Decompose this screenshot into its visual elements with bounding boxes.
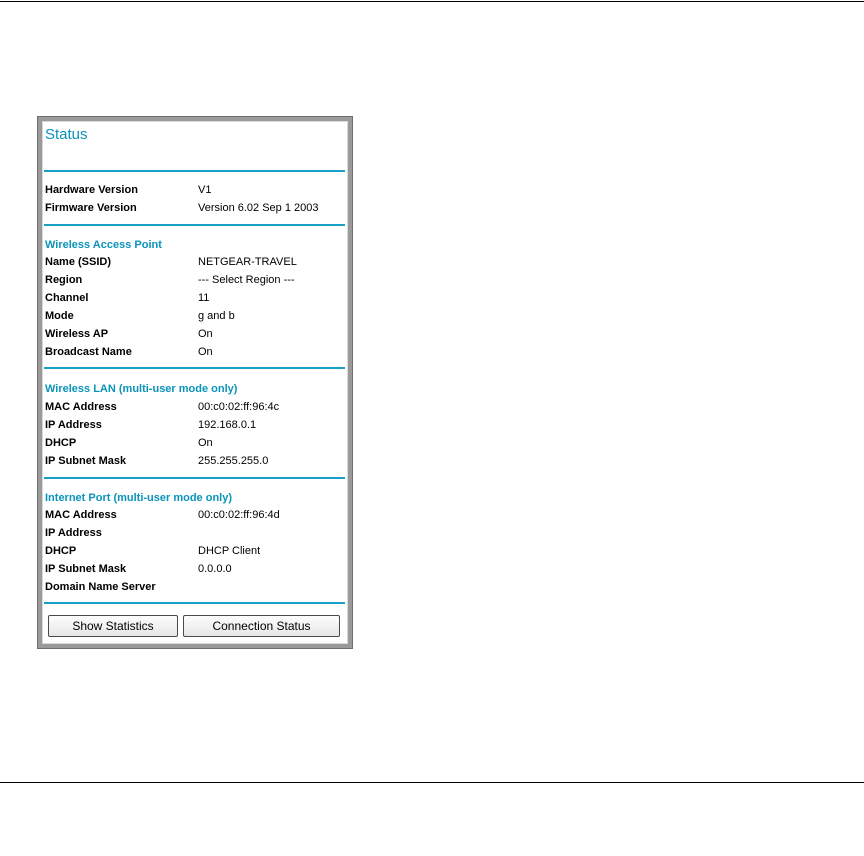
row-label: IP Subnet Mask — [45, 455, 127, 467]
info-row-firmware-version: Firmware Version Version 6.02 Sep 1 2003 — [45, 200, 341, 216]
page-bottom-rule — [0, 782, 864, 783]
row-label: Name (SSID) — [45, 256, 112, 268]
status-window: Status Hardware Version V1 Firmware Vers… — [37, 116, 353, 649]
row-label: Mode — [45, 310, 74, 322]
status-panel: Status Hardware Version V1 Firmware Vers… — [42, 121, 348, 644]
row-value: V1 — [198, 184, 212, 196]
info-row-mode: Mode g and b — [45, 308, 341, 324]
page-top-rule — [0, 1, 864, 2]
row-value: NETGEAR-TRAVEL — [198, 256, 297, 268]
section-divider — [44, 602, 345, 604]
row-value: On — [198, 328, 213, 340]
row-value: 11 — [198, 292, 210, 304]
row-label: DHCP — [45, 437, 77, 449]
info-row-broadcast-name: Broadcast Name On — [45, 344, 341, 360]
row-label: Domain Name Server — [45, 581, 156, 593]
info-row-ssid: Name (SSID) NETGEAR-TRAVEL — [45, 254, 341, 270]
section-divider — [44, 367, 345, 369]
row-label: MAC Address — [45, 509, 117, 521]
connection-status-button[interactable]: Connection Status — [183, 615, 340, 637]
info-row-lan-dhcp: DHCP On — [45, 435, 341, 451]
section-divider — [44, 170, 345, 172]
section-divider — [44, 477, 345, 479]
row-value: On — [198, 346, 213, 358]
row-label: Wireless AP — [45, 328, 109, 340]
row-value: On — [198, 437, 213, 449]
row-label: IP Address — [45, 419, 102, 431]
row-value: DHCP Client — [198, 545, 261, 557]
info-row-wireless-ap: Wireless AP On — [45, 326, 341, 342]
info-row-lan-ip-address: IP Address 192.168.0.1 — [45, 417, 341, 433]
row-value: 255.255.255.0 — [198, 455, 269, 467]
row-value: Version 6.02 Sep 1 2003 — [198, 202, 319, 214]
section-heading-wireless-access-point: Wireless Access Point — [45, 239, 162, 251]
row-label: IP Subnet Mask — [45, 563, 127, 575]
row-value: 192.168.0.1 — [198, 419, 257, 431]
row-value: --- Select Region --- — [198, 274, 295, 286]
section-heading-wireless-lan: Wireless LAN (multi-user mode only) — [45, 383, 238, 395]
info-row-internet-subnet-mask: IP Subnet Mask 0.0.0.0 — [45, 561, 341, 577]
row-label: Region — [45, 274, 83, 286]
row-value: 00:c0:02:ff:96:4c — [198, 401, 280, 413]
info-row-region: Region --- Select Region --- — [45, 272, 341, 288]
info-row-hardware-version: Hardware Version V1 — [45, 182, 341, 198]
show-statistics-button[interactable]: Show Statistics — [48, 615, 178, 637]
row-label: Hardware Version — [45, 184, 138, 196]
info-row-internet-mac-address: MAC Address 00:c0:02:ff:96:4d — [45, 507, 341, 523]
info-row-domain-name-server: Domain Name Server — [45, 579, 341, 595]
row-value: 0.0.0.0 — [198, 563, 232, 575]
page-title: Status — [45, 126, 88, 143]
section-divider — [44, 224, 345, 226]
row-label: MAC Address — [45, 401, 117, 413]
row-label: Firmware Version — [45, 202, 137, 214]
info-row-internet-dhcp: DHCP DHCP Client — [45, 543, 341, 559]
row-value: 00:c0:02:ff:96:4d — [198, 509, 280, 521]
info-row-internet-ip-address: IP Address — [45, 525, 341, 541]
info-row-lan-mac-address: MAC Address 00:c0:02:ff:96:4c — [45, 399, 341, 415]
row-value: g and b — [198, 310, 235, 322]
row-label: Broadcast Name — [45, 346, 132, 358]
row-label: IP Address — [45, 527, 102, 539]
row-label: DHCP — [45, 545, 77, 557]
section-heading-internet-port: Internet Port (multi-user mode only) — [45, 492, 233, 504]
info-row-channel: Channel 11 — [45, 290, 341, 306]
row-label: Channel — [45, 292, 89, 304]
info-row-lan-subnet-mask: IP Subnet Mask 255.255.255.0 — [45, 453, 341, 469]
